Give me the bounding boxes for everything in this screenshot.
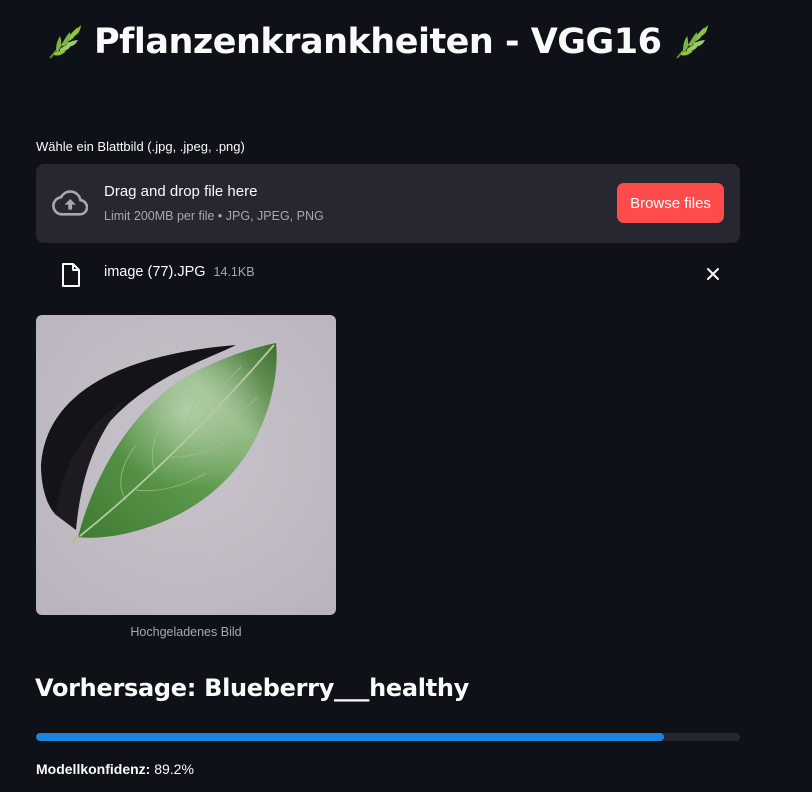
app-page: Pflanzenkrankheiten - VGG16 Wähle ein Bl…: [0, 0, 812, 792]
uploaded-leaf-image: [36, 315, 336, 615]
herb-icon: [676, 25, 709, 59]
remove-file-button[interactable]: [704, 265, 722, 283]
leaf-photo: [36, 315, 336, 615]
dropzone-limit: Limit 200MB per file • JPG, JPEG, PNG: [104, 209, 324, 223]
file-name-line: image (77).JPG 14.1KB: [104, 264, 255, 280]
close-icon: [707, 268, 719, 280]
file-icon: [62, 263, 80, 287]
dropzone-instructions: Drag and drop file here: [104, 183, 258, 200]
confidence-value: 89.2%: [154, 761, 194, 777]
herb-icon: [49, 25, 81, 59]
prediction-heading: Vorhersage: Blueberry___healthy: [35, 674, 470, 702]
page-title: Pflanzenkrankheiten - VGG16: [44, 14, 711, 70]
confidence-progress-bar: [36, 733, 740, 741]
file-size: 14.1KB: [213, 265, 255, 279]
cloud-upload-icon: [52, 190, 88, 216]
file-name: image (77).JPG: [104, 264, 206, 280]
confidence-text: Modellkonfidenz: 89.2%: [36, 761, 194, 777]
file-dropzone[interactable]: Drag and drop file here Limit 200MB per …: [36, 164, 740, 243]
browse-files-button[interactable]: Browse files: [617, 183, 724, 223]
confidence-progress-fill: [36, 733, 664, 741]
uploader-label: Wähle ein Blattbild (.jpg, .jpeg, .png): [36, 139, 245, 154]
confidence-label: Modellkonfidenz:: [36, 761, 151, 777]
page-title-text: Pflanzenkrankheiten - VGG16: [94, 22, 662, 62]
image-caption: Hochgeladenes Bild: [130, 625, 242, 639]
uploaded-file-row: image (77).JPG 14.1KB: [36, 256, 740, 292]
